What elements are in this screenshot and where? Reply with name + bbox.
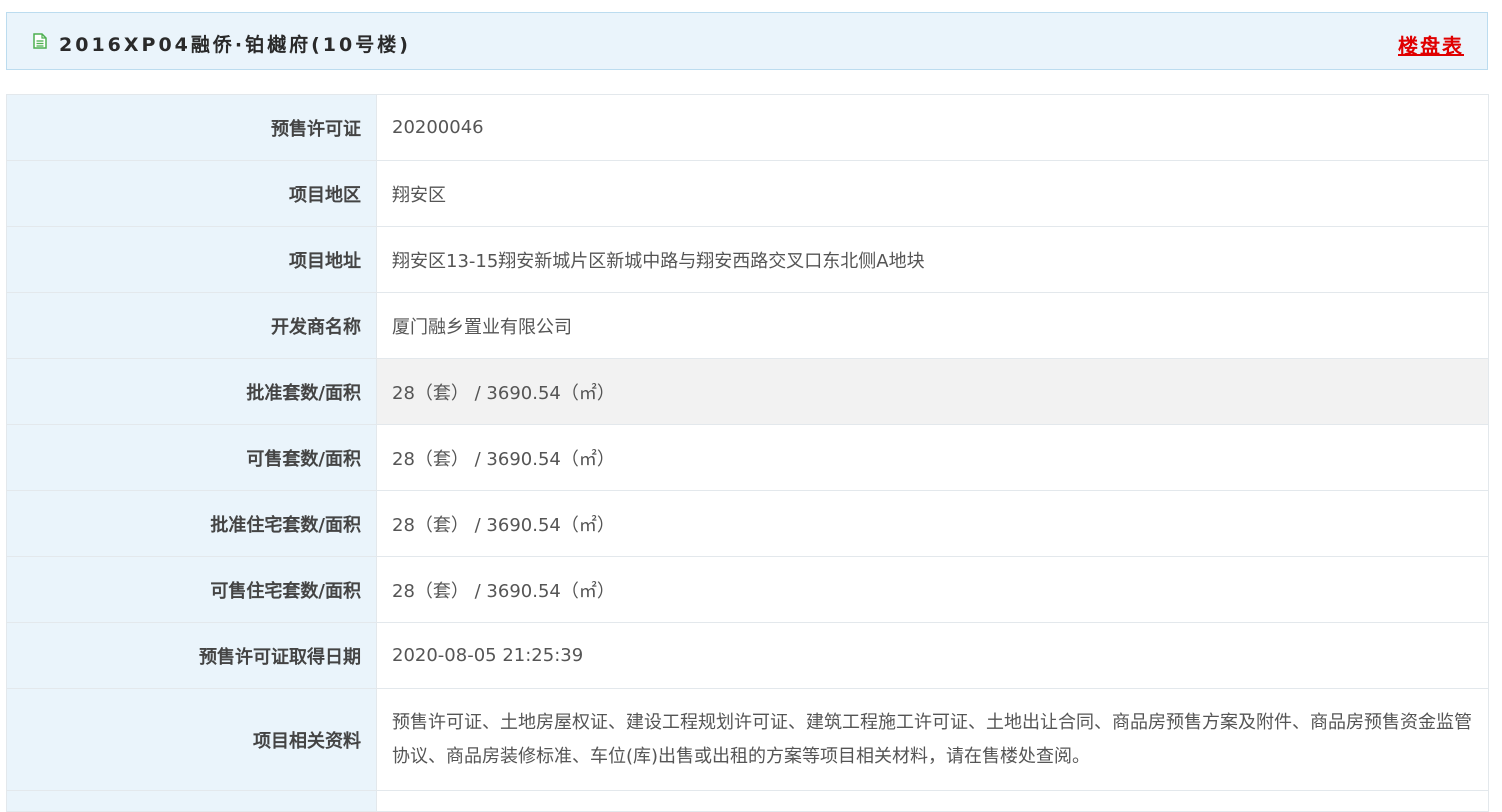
row-label: 可售住宅套数/面积 (6, 556, 377, 623)
row-label: 预售许可证 (6, 94, 377, 161)
row-label: 项目地区 (6, 160, 377, 227)
table-row: 预售许可证 20200046 (6, 94, 1489, 161)
row-value: 预售许可证、土地房屋权证、建设工程规划许可证、建筑工程施工许可证、土地出让合同、… (376, 688, 1489, 791)
project-header: 2016XP04融侨·铂樾府(10号楼) 楼盘表 (6, 12, 1488, 70)
table-row (6, 790, 1489, 812)
document-icon (33, 33, 47, 49)
row-label: 批准套数/面积 (6, 358, 377, 425)
row-value: 28（套） / 3690.54（㎡） (376, 490, 1489, 557)
project-title: 2016XP04融侨·铂樾府(10号楼) (59, 34, 411, 56)
row-label: 开发商名称 (6, 292, 377, 359)
row-label: 项目相关资料 (6, 688, 377, 791)
presale-info-table: 预售许可证 20200046 项目地区 翔安区 项目地址 翔安区13-15翔安新… (6, 94, 1489, 812)
row-value: 2020-08-05 21:25:39 (376, 622, 1489, 689)
row-label: 批准住宅套数/面积 (6, 490, 377, 557)
row-value: 翔安区13-15翔安新城片区新城中路与翔安西路交叉口东北侧A地块 (376, 226, 1489, 293)
table-row: 批准套数/面积 28（套） / 3690.54（㎡） (6, 358, 1489, 425)
row-label (6, 790, 377, 812)
table-row: 可售套数/面积 28（套） / 3690.54（㎡） (6, 424, 1489, 491)
table-row: 批准住宅套数/面积 28（套） / 3690.54（㎡） (6, 490, 1489, 557)
table-row: 项目地址 翔安区13-15翔安新城片区新城中路与翔安西路交叉口东北侧A地块 (6, 226, 1489, 293)
row-value: 28（套） / 3690.54（㎡） (376, 358, 1489, 425)
row-value: 厦门融乡置业有限公司 (376, 292, 1489, 359)
row-value: 28（套） / 3690.54（㎡） (376, 424, 1489, 491)
table-row: 预售许可证取得日期 2020-08-05 21:25:39 (6, 622, 1489, 689)
row-value: 翔安区 (376, 160, 1489, 227)
row-label: 可售套数/面积 (6, 424, 377, 491)
table-row: 项目地区 翔安区 (6, 160, 1489, 227)
building-table-link[interactable]: 楼盘表 (1398, 30, 1464, 59)
table-row: 项目相关资料 预售许可证、土地房屋权证、建设工程规划许可证、建筑工程施工许可证、… (6, 688, 1489, 791)
row-value (376, 790, 1489, 812)
row-label: 预售许可证取得日期 (6, 622, 377, 689)
table-row: 可售住宅套数/面积 28（套） / 3690.54（㎡） (6, 556, 1489, 623)
row-value: 20200046 (376, 94, 1489, 161)
row-label: 项目地址 (6, 226, 377, 293)
table-row: 开发商名称 厦门融乡置业有限公司 (6, 292, 1489, 359)
row-value: 28（套） / 3690.54（㎡） (376, 556, 1489, 623)
